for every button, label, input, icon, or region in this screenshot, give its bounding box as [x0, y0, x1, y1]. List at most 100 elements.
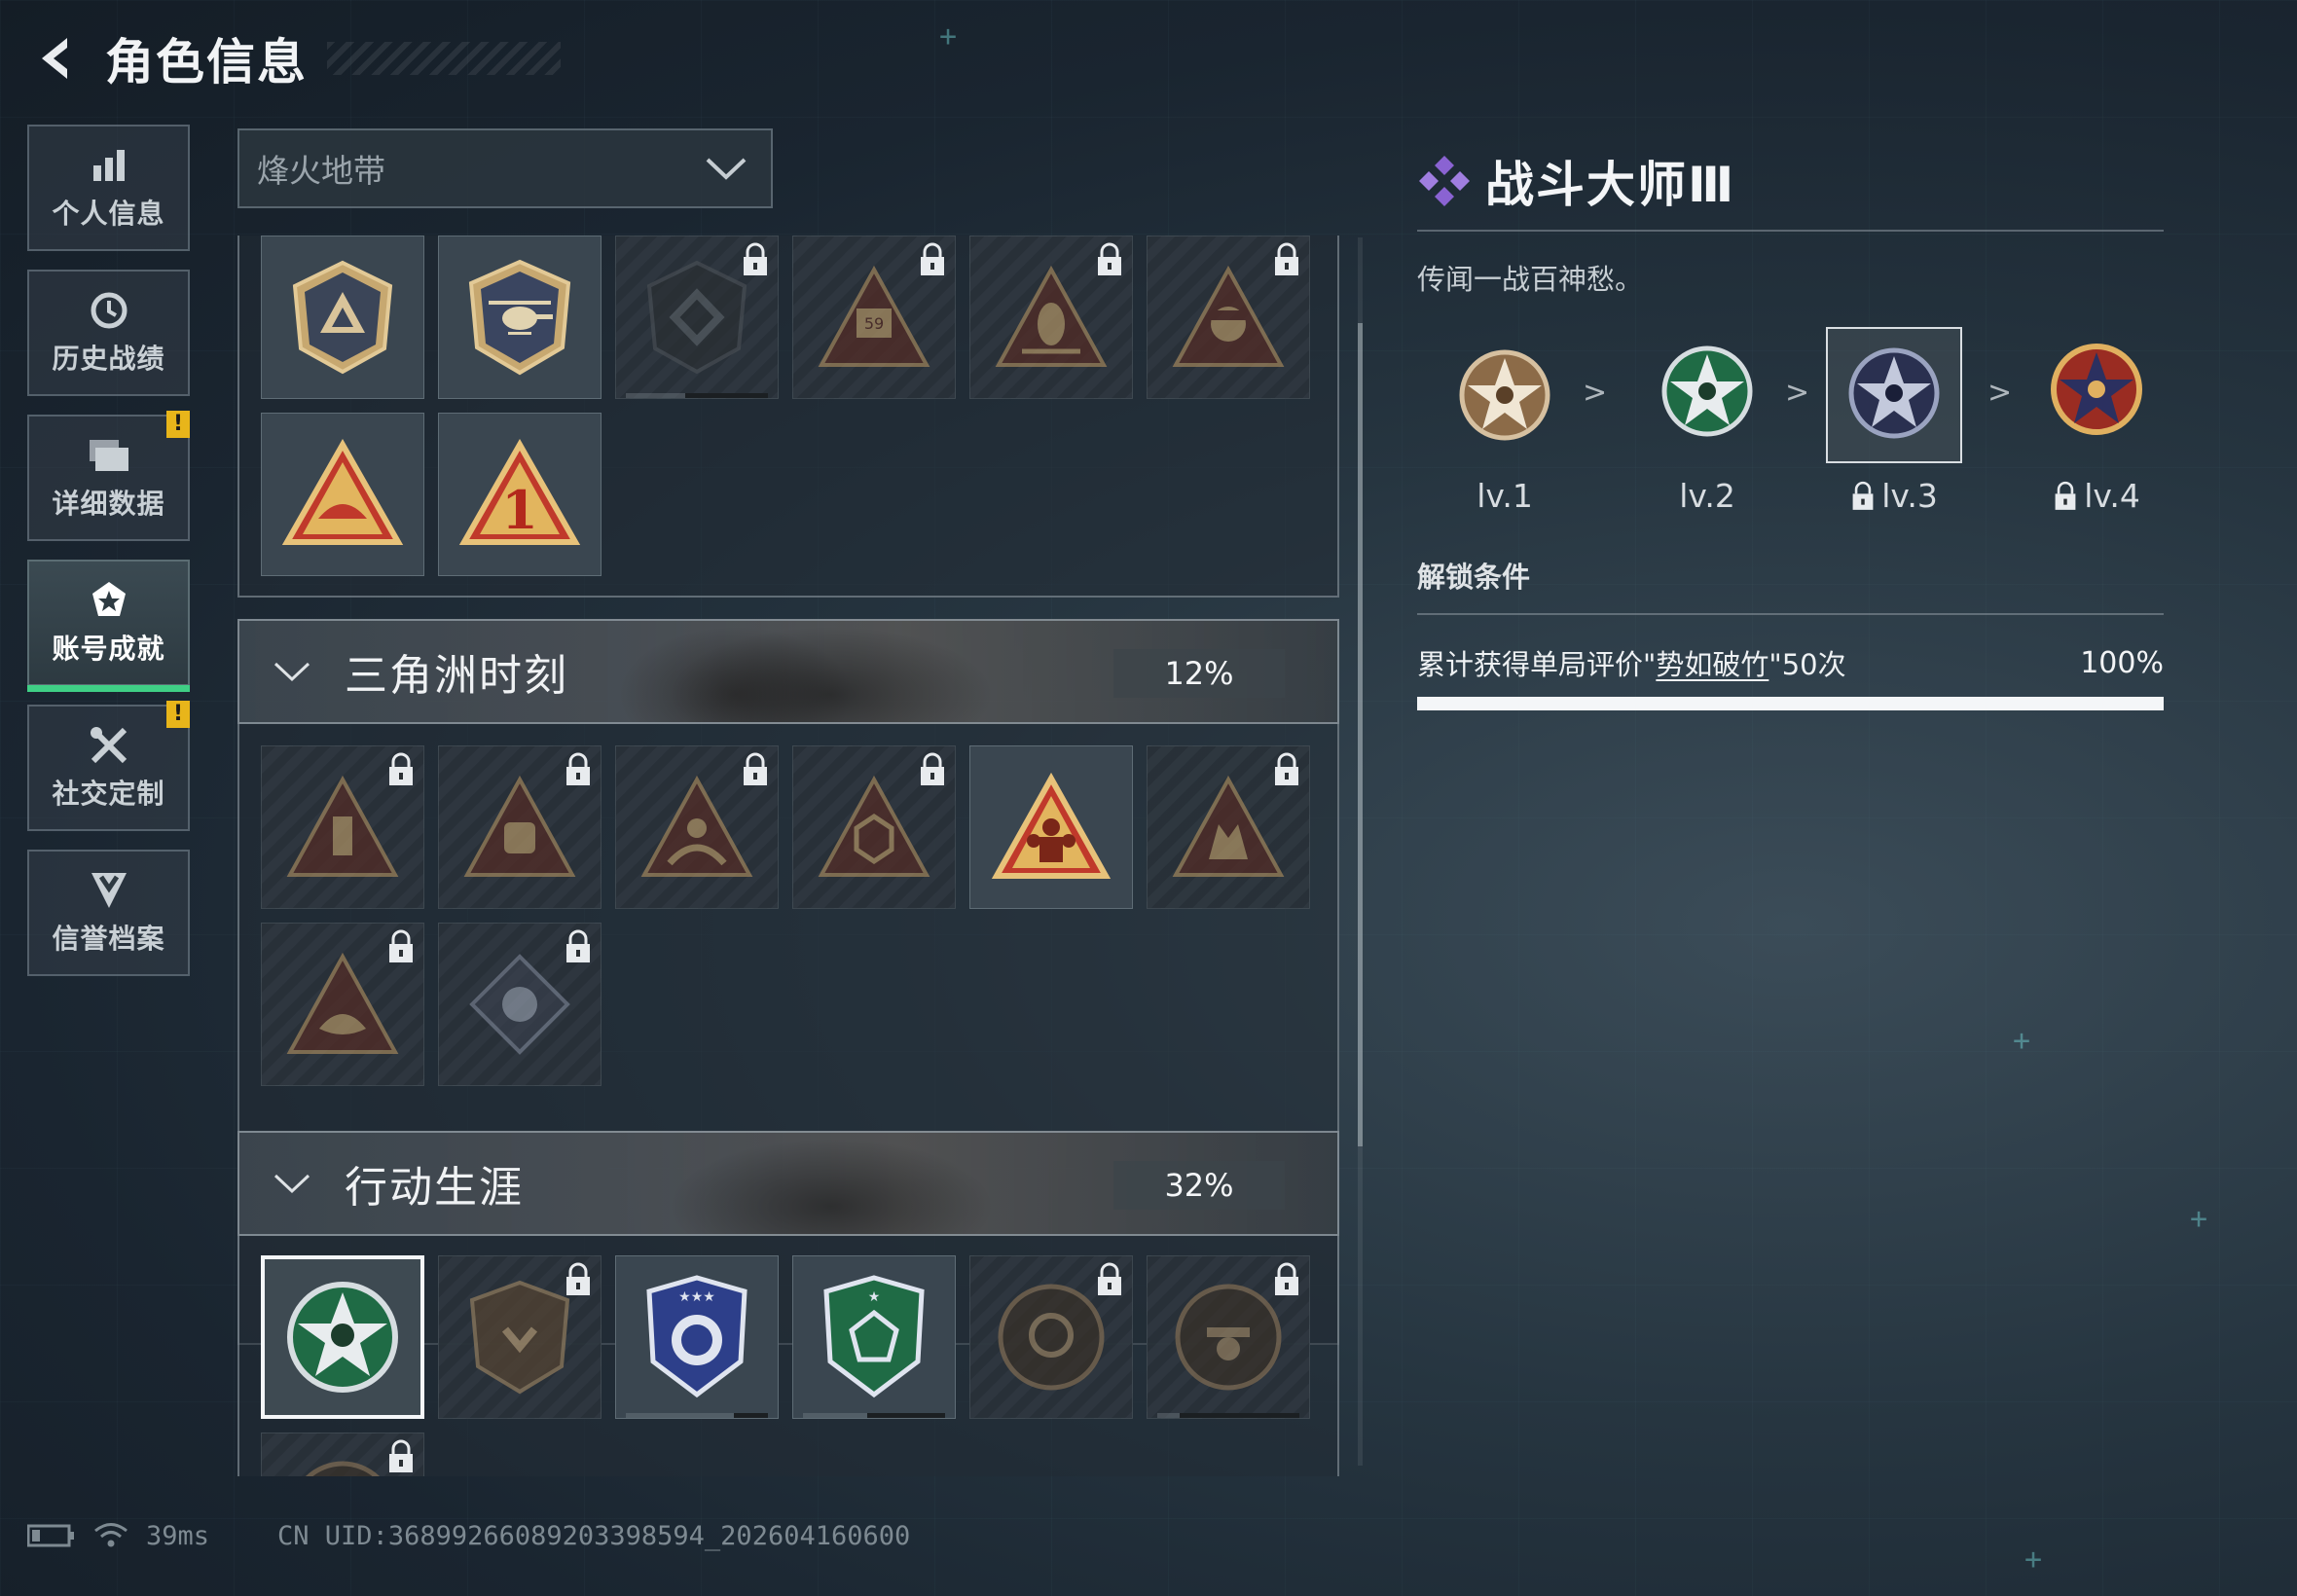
achievement-badge-locked[interactable]: 59 — [792, 236, 956, 399]
bronze-coin-badge-icon — [998, 1284, 1105, 1391]
achievement-badge-locked[interactable] — [438, 745, 602, 909]
level-label-text: lv.3 — [1881, 477, 1938, 515]
achievement-badge-locked[interactable] — [261, 745, 424, 909]
sidebar-item-achievements[interactable]: 账号成就 — [27, 560, 190, 692]
sidebar-item-history[interactable]: 历史战绩 — [27, 270, 190, 396]
status-bar: 39ms CN UID:36899266089203398594_2026041… — [27, 1514, 910, 1557]
lock-icon — [566, 929, 590, 962]
achievement-badge[interactable] — [969, 745, 1133, 909]
achievement-badge-locked[interactable] — [438, 1255, 602, 1419]
condition-row: 累计获得单局评价"势如破竹"50次 100% — [1417, 642, 2164, 683]
achievement-badge[interactable] — [438, 236, 602, 399]
achievement-badge[interactable]: ★ — [792, 1255, 956, 1419]
scrollbar-thumb[interactable] — [1358, 323, 1363, 1146]
condition-suffix: "50次 — [1768, 648, 1846, 681]
section-header-operation-career[interactable]: 行动生涯 32% — [237, 1131, 1339, 1236]
achievement-description: 传闻一战百神愁。 — [1417, 263, 1644, 296]
achievement-badge-locked[interactable] — [1147, 1255, 1310, 1419]
lock-icon — [566, 752, 590, 785]
svg-text:1: 1 — [501, 479, 538, 541]
level-label: lv.3 — [1826, 477, 1962, 515]
lock-icon — [1275, 242, 1298, 275]
achievement-badge[interactable] — [261, 413, 424, 576]
unlock-condition-title: 解锁条件 — [1417, 561, 1531, 594]
rescue-triangle-badge-icon — [640, 775, 753, 877]
hex-shield-badge-icon — [292, 260, 393, 375]
condition-percent: 100% — [2080, 645, 2164, 680]
battery-icon — [27, 1524, 74, 1547]
mode-select-dropdown[interactable]: 烽火地带 — [237, 128, 773, 208]
sidebar-item-label: 历史战绩 — [52, 343, 165, 375]
achievement-detail-panel: 战斗大师Ⅲ 传闻一战百神愁。 lv.1 > lv.2 > lv.3 > lv.4… — [1417, 146, 2164, 710]
lock-icon — [2055, 481, 2076, 510]
level-option-2[interactable]: lv.2 — [1639, 327, 1775, 515]
squad-triangle-badge-icon — [991, 773, 1112, 879]
level-label-text: lv.2 — [1679, 477, 1735, 515]
sidebar-item-label: 详细数据 — [52, 488, 165, 520]
chevron-down-icon — [273, 652, 311, 691]
achievement-badge-locked[interactable] — [969, 1255, 1133, 1419]
fish-triangle-badge-icon — [286, 952, 399, 1054]
achievement-badge-selected[interactable] — [261, 1255, 424, 1419]
title-decoration — [327, 42, 561, 75]
achievement-badge-locked[interactable] — [615, 745, 779, 909]
condition-progress-fill — [1417, 697, 2164, 710]
helicopter-badge-icon — [468, 259, 571, 376]
achievement-badge-locked[interactable] — [438, 923, 602, 1086]
level-option-4[interactable]: lv.4 — [2028, 327, 2165, 515]
sidebar-item-social-custom[interactable]: 社交定制 ! — [27, 701, 190, 831]
sidebar-item-personal-info[interactable]: 个人信息 — [27, 125, 190, 251]
level-separator: > — [1785, 376, 1810, 410]
back-button[interactable] — [27, 29, 86, 88]
achievement-badge[interactable] — [261, 236, 424, 399]
achievement-list: 59 1 三角洲时刻 12% 行动生涯 32% ★★★ ★ — [237, 236, 1339, 1476]
lock-icon — [1275, 752, 1298, 785]
section-header-delta-moments[interactable]: 三角洲时刻 12% — [237, 619, 1339, 724]
bronze-shield-badge-icon — [469, 1280, 570, 1395]
agent-coin-badge-icon — [1175, 1284, 1282, 1391]
lock-icon — [744, 242, 767, 275]
sidebar-item-label: 个人信息 — [52, 198, 165, 230]
achievement-badge[interactable]: ★★★ — [615, 1255, 779, 1419]
lock-icon — [389, 1439, 413, 1472]
svg-text:59: 59 — [864, 314, 884, 333]
detail-header: 战斗大师Ⅲ — [1417, 146, 2164, 216]
level-option-3[interactable]: lv.3 — [1826, 327, 1962, 515]
mask-triangle-badge-icon — [463, 775, 576, 877]
achievement-badge-locked[interactable] — [261, 923, 424, 1086]
achievement-title: 战斗大师Ⅲ — [1485, 157, 1736, 213]
sidebar-item-reputation[interactable]: 信誉档案 — [27, 850, 190, 976]
section-title: 行动生涯 — [345, 1163, 524, 1213]
history-icon — [88, 289, 130, 332]
red-gold-star-medal-icon — [2051, 344, 2142, 435]
achievement-icon — [88, 579, 130, 622]
wolf-triangle-badge-icon — [1172, 775, 1285, 877]
condition-text: 累计获得单局评价"势如破竹"50次 — [1417, 642, 1846, 683]
level-option-1[interactable]: lv.1 — [1437, 327, 1573, 515]
section-progress: 12% — [1113, 649, 1285, 698]
achievement-badge-locked[interactable] — [1147, 745, 1310, 909]
list-scrollbar[interactable] — [1358, 237, 1363, 1466]
warning-badge: ! — [166, 701, 190, 728]
achievement-badge[interactable]: 1 — [438, 413, 602, 576]
achievement-badge-locked[interactable] — [261, 1433, 424, 1476]
lock-icon — [921, 752, 944, 785]
svg-text:★: ★ — [868, 1289, 881, 1305]
level-track: lv.1 > lv.2 > lv.3 > lv.4 — [1417, 327, 2164, 522]
achievement-badge-locked[interactable] — [1147, 236, 1310, 399]
lock-icon — [389, 929, 413, 962]
achievement-badge-locked[interactable] — [615, 236, 779, 399]
green-star-medal-icon — [1661, 345, 1753, 437]
achievement-badge-locked[interactable] — [792, 745, 956, 909]
level-medal — [2028, 327, 2165, 463]
sidebar-item-detailed-data[interactable]: 详细数据 ! — [27, 411, 190, 541]
green-shield-badge-icon: ★ — [823, 1275, 925, 1398]
uid-text: CN UID:36899266089203398594_202604160600 — [277, 1520, 911, 1551]
level-label-text: lv.1 — [1477, 477, 1533, 515]
achievement-badge-locked[interactable] — [969, 236, 1133, 399]
ping-text: 39ms — [146, 1520, 210, 1551]
chevron-down-icon — [273, 1164, 311, 1203]
chevron-down-icon — [706, 158, 747, 180]
svg-text:★★★: ★★★ — [678, 1289, 715, 1305]
green-star-medal-icon — [287, 1282, 398, 1393]
